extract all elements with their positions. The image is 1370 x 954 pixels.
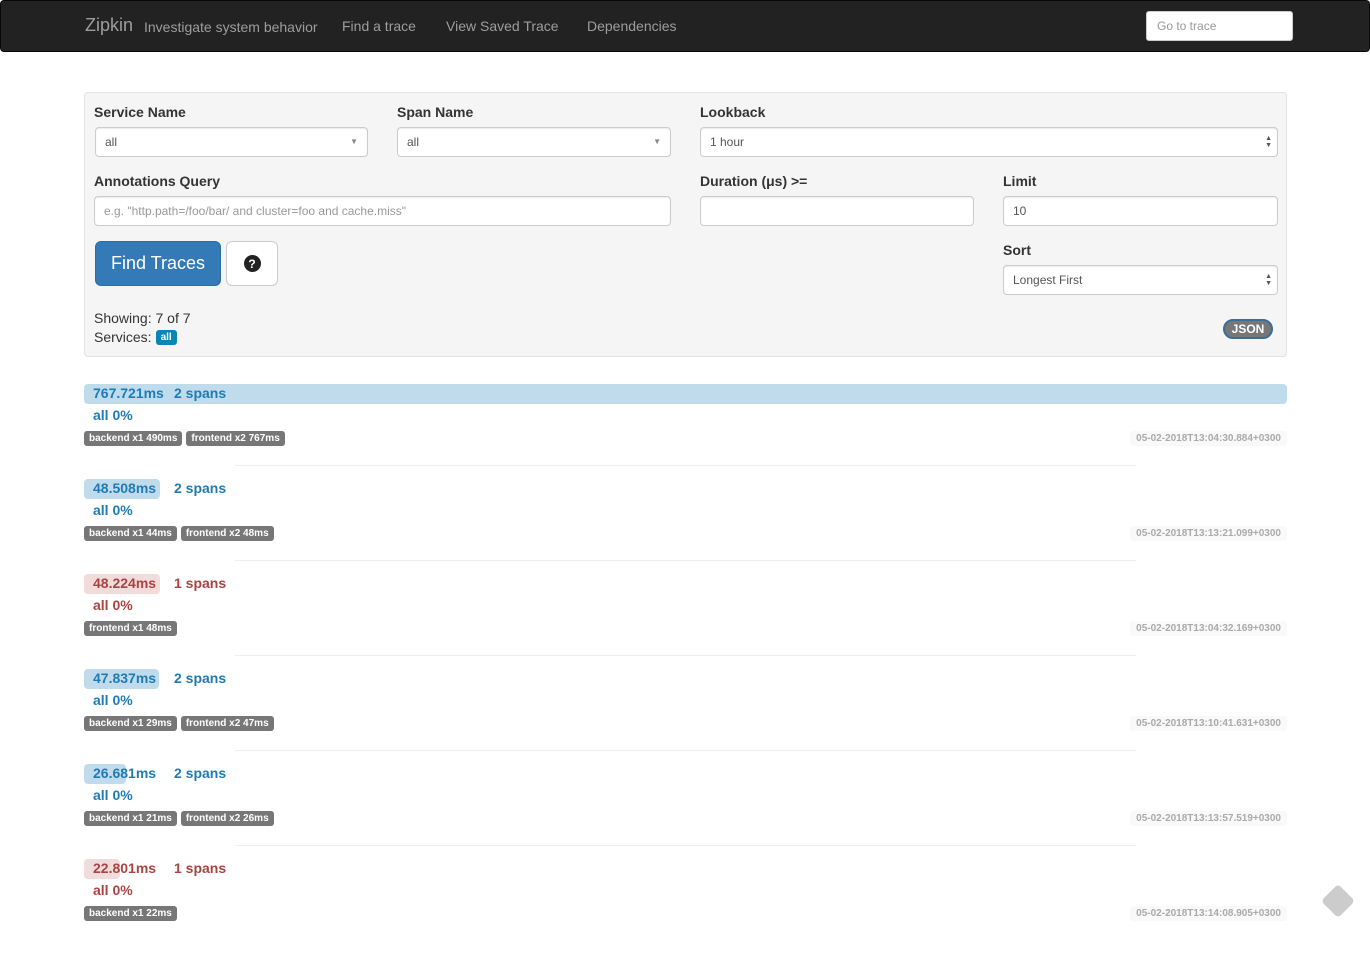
brand-tagline: Investigate system behavior [144, 19, 318, 35]
trace-timestamp: 05-02-2018T13:04:32.169+0300 [1130, 621, 1287, 636]
feedly-icon[interactable] [1321, 884, 1355, 918]
trace-header: 48.508ms 2 spans [93, 480, 226, 496]
nav-view-saved-trace[interactable]: View Saved Trace [446, 18, 559, 34]
brand-logo[interactable]: Zipkin [85, 15, 133, 36]
service-name-value: all [105, 135, 118, 149]
service-name-select[interactable]: all ▼ [95, 127, 368, 157]
service-tags: backend x1 490ms frontend x2 767ms [84, 431, 285, 446]
trace-duration: 48.224ms [93, 575, 157, 591]
trace-row[interactable]: 47.837ms 2 spans all 0% backend x1 29ms fron… [84, 669, 1287, 764]
duration-label: Duration (μs) >= [700, 173, 808, 189]
trace-row[interactable]: 767.721ms 2 spans all 0% backend x1 490ms fr… [84, 384, 1287, 479]
trace-duration: 47.837ms [93, 670, 157, 686]
trace-timestamp: 05-02-2018T13:10:41.631+0300 [1130, 716, 1287, 731]
updown-arrows-icon: ▲ ▼ [1265, 273, 1272, 287]
trace-row[interactable]: 22.801ms 1 spans all 0% backend x1 22ms 05-0… [84, 859, 1287, 954]
service-tag: frontend x1 48ms [84, 621, 177, 636]
sort-select[interactable]: Longest First ▲ ▼ [1003, 265, 1278, 295]
trace-divider [235, 465, 1136, 466]
services-label: Services: [94, 329, 152, 345]
go-to-trace-input[interactable] [1146, 11, 1293, 41]
service-tag: backend x1 29ms [84, 716, 177, 731]
trace-service-percent: all 0% [93, 502, 133, 518]
duration-bar [84, 384, 1287, 404]
sort-value: Longest First [1013, 273, 1083, 287]
service-tag: backend x1 22ms [84, 906, 177, 921]
help-button[interactable]: ? [226, 241, 278, 286]
lookback-value: 1 hour [710, 135, 745, 149]
services-filter: Services: all [94, 329, 177, 345]
limit-label: Limit [1003, 173, 1037, 189]
showing-count: Showing: 7 of 7 [94, 310, 191, 326]
trace-span-count: 2 spans [174, 385, 227, 401]
find-traces-button[interactable]: Find Traces [95, 241, 221, 286]
question-circle-icon: ? [243, 255, 261, 272]
service-tag: frontend x2 767ms [186, 431, 285, 446]
lookback-label: Lookback [700, 104, 766, 120]
trace-timestamp: 05-02-2018T13:04:30.884+0300 [1130, 431, 1287, 446]
service-badge-all[interactable]: all [155, 329, 177, 345]
trace-duration: 26.681ms [93, 765, 157, 781]
navbar: Zipkin Investigate system behavior Find … [0, 0, 1370, 52]
trace-header: 767.721ms 2 spans [93, 385, 226, 401]
trace-duration: 767.721ms [93, 385, 164, 401]
service-tag: frontend x2 47ms [180, 716, 274, 731]
service-tags: backend x1 21ms frontend x2 26ms [84, 811, 274, 826]
chevron-down-icon: ▼ [350, 137, 358, 146]
search-panel: Service Name all ▼ Span Name all ▼ Lookb… [84, 92, 1287, 357]
json-button[interactable]: JSON [1223, 319, 1273, 339]
trace-service-percent: all 0% [93, 882, 133, 898]
trace-service-percent: all 0% [93, 597, 133, 613]
trace-header: 26.681ms 2 spans [93, 765, 226, 781]
trace-span-count: 1 spans [174, 575, 227, 591]
trace-timestamp: 05-02-2018T13:13:21.099+0300 [1130, 526, 1287, 541]
nav-find-trace[interactable]: Find a trace [342, 18, 416, 34]
annotations-query-input[interactable]: e.g. "http.path=/foo/bar/ and cluster=fo… [94, 196, 671, 226]
trace-header: 47.837ms 2 spans [93, 670, 226, 686]
service-tag: backend x1 21ms [84, 811, 177, 826]
trace-header: 22.801ms 1 spans [93, 860, 226, 876]
trace-duration: 48.508ms [93, 480, 157, 496]
trace-divider [235, 655, 1136, 656]
limit-input[interactable]: 10 [1003, 196, 1278, 226]
trace-span-count: 1 spans [174, 860, 227, 876]
sort-label: Sort [1003, 242, 1031, 258]
service-tag: backend x1 44ms [84, 526, 177, 541]
service-name-label: Service Name [94, 104, 186, 120]
service-tags: backend x1 22ms [84, 906, 177, 921]
trace-row[interactable]: 48.224ms 1 spans all 0% frontend x1 48ms 05-… [84, 574, 1287, 669]
trace-timestamp: 05-02-2018T13:13:57.519+0300 [1130, 811, 1287, 826]
duration-input[interactable] [700, 196, 974, 226]
trace-service-percent: all 0% [93, 787, 133, 803]
span-name-label: Span Name [397, 104, 474, 120]
span-name-select[interactable]: all ▼ [397, 127, 671, 157]
service-tag: frontend x2 26ms [180, 811, 274, 826]
nav-dependencies[interactable]: Dependencies [587, 18, 677, 34]
service-tags: backend x1 44ms frontend x2 48ms [84, 526, 274, 541]
limit-value: 10 [1013, 204, 1027, 218]
trace-service-percent: all 0% [93, 692, 133, 708]
span-name-value: all [407, 135, 420, 149]
trace-row[interactable]: 26.681ms 2 spans all 0% backend x1 21ms fron… [84, 764, 1287, 859]
trace-divider [235, 845, 1136, 846]
lookback-select[interactable]: 1 hour ▲ ▼ [700, 127, 1278, 157]
trace-timestamp: 05-02-2018T13:14:08.905+0300 [1130, 906, 1287, 921]
service-tag: frontend x2 48ms [180, 526, 274, 541]
trace-divider [235, 560, 1136, 561]
chevron-down-icon: ▼ [653, 137, 661, 146]
trace-header: 48.224ms 1 spans [93, 575, 226, 591]
service-tags: frontend x1 48ms [84, 621, 177, 636]
trace-service-percent: all 0% [93, 407, 133, 423]
updown-arrows-icon: ▲ ▼ [1265, 135, 1272, 149]
service-tags: backend x1 29ms frontend x2 47ms [84, 716, 274, 731]
annotations-query-label: Annotations Query [94, 173, 221, 189]
service-tag: backend x1 490ms [84, 431, 183, 446]
trace-row[interactable]: 48.508ms 2 spans all 0% backend x1 44ms fron… [84, 479, 1287, 574]
trace-duration: 22.801ms [93, 860, 157, 876]
trace-span-count: 2 spans [174, 765, 227, 781]
trace-span-count: 2 spans [174, 480, 227, 496]
annotations-query-placeholder: e.g. "http.path=/foo/bar/ and cluster=fo… [104, 204, 407, 218]
trace-divider [235, 750, 1136, 751]
trace-span-count: 2 spans [174, 670, 227, 686]
